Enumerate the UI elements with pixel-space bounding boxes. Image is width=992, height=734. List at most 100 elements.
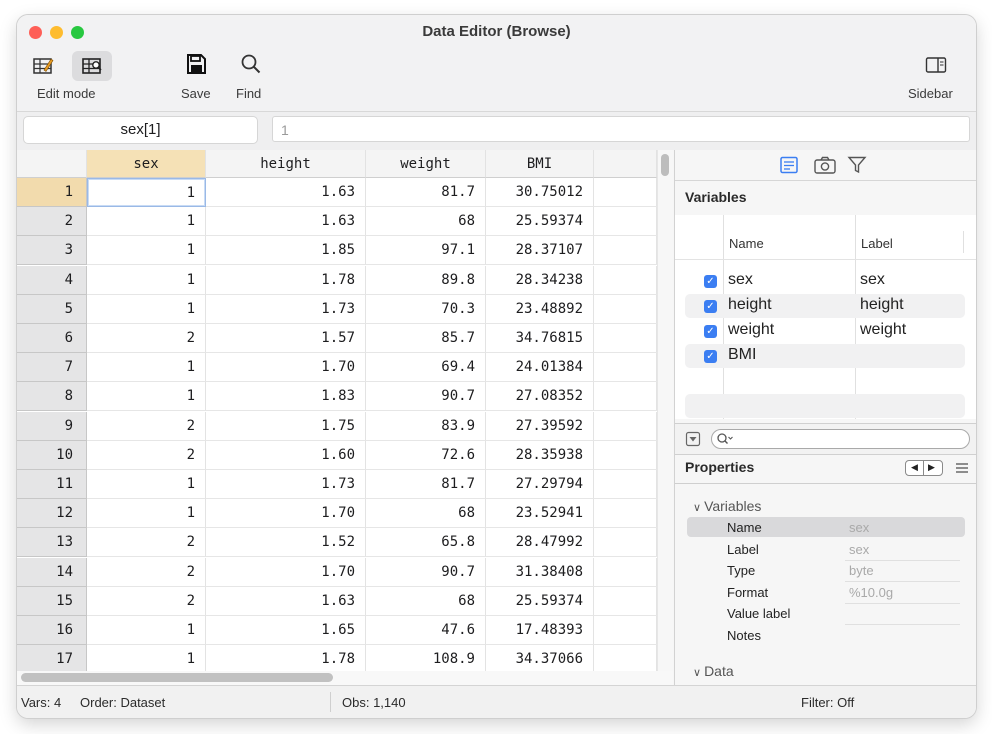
property-nav-buttons[interactable]: ◀ ▶	[905, 460, 943, 476]
data-cell-empty[interactable]	[594, 557, 657, 587]
data-cell-height[interactable]: 1.78	[206, 645, 366, 675]
data-grid[interactable]: sex height weight BMI 1 1 1.63 81.7 30.75012 2 1 1.…	[17, 150, 673, 685]
data-cell-bmi[interactable]: 27.08352	[486, 382, 594, 412]
data-cell-height[interactable]: 1.52	[206, 528, 366, 558]
properties-tab-icon[interactable]	[779, 156, 799, 174]
menu-lines-icon[interactable]	[955, 462, 969, 474]
variable-row[interactable]: ✓ weight weight	[685, 319, 965, 343]
sidebar-button[interactable]: Sidebar	[907, 53, 965, 105]
data-cell-bmi[interactable]: 31.38408	[486, 557, 594, 587]
data-cell-weight[interactable]: 68	[366, 207, 486, 237]
data-cell-weight[interactable]: 90.7	[366, 382, 486, 412]
data-cell-height[interactable]: 1.60	[206, 440, 366, 470]
edit-mode-segmented-control[interactable]	[26, 51, 122, 81]
data-cell-weight[interactable]: 68	[366, 586, 486, 616]
data-cell-weight[interactable]: 85.7	[366, 324, 486, 353]
data-cell-empty[interactable]	[594, 382, 657, 412]
row-header[interactable]: 7	[17, 353, 87, 383]
row-header[interactable]: 14	[17, 557, 87, 587]
data-cell-height[interactable]: 1.65	[206, 616, 366, 645]
variable-row[interactable]: ✓ height height	[685, 294, 965, 318]
data-cell-bmi[interactable]: 27.29794	[486, 470, 594, 499]
data-cell-empty[interactable]	[594, 178, 657, 207]
data-cell-empty[interactable]	[594, 411, 657, 441]
data-cell-height[interactable]: 1.75	[206, 411, 366, 441]
row-header[interactable]: 5	[17, 294, 87, 324]
row-header[interactable]: 12	[17, 499, 87, 529]
property-value[interactable]: byte	[849, 563, 874, 578]
variable-checkbox[interactable]: ✓	[704, 325, 717, 338]
column-header-height[interactable]: height	[206, 150, 366, 178]
data-cell-weight[interactable]: 89.8	[366, 265, 486, 295]
data-cell-empty[interactable]	[594, 440, 657, 470]
variable-row[interactable]: ✓ BMI	[685, 344, 965, 368]
data-cell-sex[interactable]: 1	[87, 353, 206, 383]
data-cell-empty[interactable]	[594, 294, 657, 324]
data-cell-bmi[interactable]: 28.47992	[486, 528, 594, 558]
data-cell-empty[interactable]	[594, 324, 657, 353]
data-cell-bmi[interactable]: 28.34238	[486, 265, 594, 295]
data-cell-sex[interactable]: 1	[87, 499, 206, 529]
data-cell-weight[interactable]: 81.7	[366, 470, 486, 499]
variable-checkbox[interactable]: ✓	[704, 300, 717, 313]
row-header[interactable]: 11	[17, 470, 87, 499]
data-cell-height[interactable]: 1.85	[206, 236, 366, 266]
data-cell-empty[interactable]	[594, 265, 657, 295]
property-value[interactable]: %10.0g	[849, 585, 893, 600]
cell-value-field[interactable]: 1	[272, 116, 970, 142]
edit-mode-button[interactable]	[26, 51, 60, 81]
column-header-weight[interactable]: weight	[366, 150, 486, 178]
vertical-scrollbar[interactable]	[657, 150, 673, 685]
next-arrow-icon[interactable]: ▶	[928, 462, 935, 473]
data-cell-empty[interactable]	[594, 586, 657, 616]
row-header[interactable]: 3	[17, 236, 87, 266]
data-cell-empty[interactable]	[594, 499, 657, 529]
row-header[interactable]: 10	[17, 440, 87, 470]
row-header[interactable]: 9	[17, 411, 87, 441]
variables-col-name[interactable]: Name	[729, 236, 764, 251]
data-cell-sex[interactable]: 1	[87, 178, 206, 207]
variables-subsection[interactable]: ∨ Variables	[693, 498, 761, 514]
data-cell-bmi[interactable]: 17.48393	[486, 616, 594, 645]
data-cell-bmi[interactable]: 23.48892	[486, 294, 594, 324]
data-cell-height[interactable]: 1.83	[206, 382, 366, 412]
data-cell-height[interactable]: 1.63	[206, 178, 366, 207]
data-cell-sex[interactable]: 2	[87, 557, 206, 587]
data-cell-bmi[interactable]: 34.76815	[486, 324, 594, 353]
data-subsection[interactable]: ∨ Data	[693, 663, 734, 679]
browse-mode-button[interactable]	[72, 51, 112, 81]
row-header[interactable]: 8	[17, 382, 87, 412]
property-value[interactable]: sex	[849, 542, 869, 557]
data-cell-weight[interactable]: 83.9	[366, 411, 486, 441]
row-header[interactable]: 2	[17, 207, 87, 237]
data-cell-bmi[interactable]: 23.52941	[486, 499, 594, 529]
data-cell-bmi[interactable]: 25.59374	[486, 207, 594, 237]
data-cell-bmi[interactable]: 27.39592	[486, 411, 594, 441]
row-header[interactable]: 15	[17, 586, 87, 616]
row-header[interactable]: 1	[17, 178, 87, 207]
variables-search-input[interactable]	[711, 429, 970, 449]
data-cell-bmi[interactable]: 25.59374	[486, 586, 594, 616]
column-header-empty[interactable]	[594, 150, 657, 178]
row-header[interactable]: 6	[17, 324, 87, 353]
data-cell-empty[interactable]	[594, 353, 657, 383]
save-button[interactable]: Save	[181, 53, 211, 105]
data-cell-sex[interactable]: 1	[87, 470, 206, 499]
data-cell-weight[interactable]: 68	[366, 499, 486, 529]
row-header[interactable]: 17	[17, 645, 87, 675]
snapshot-camera-icon[interactable]	[813, 156, 837, 174]
data-cell-weight[interactable]: 81.7	[366, 178, 486, 207]
data-cell-weight[interactable]: 72.6	[366, 440, 486, 470]
data-cell-sex[interactable]: 1	[87, 207, 206, 237]
data-cell-empty[interactable]	[594, 470, 657, 499]
data-cell-sex[interactable]: 2	[87, 411, 206, 441]
data-cell-weight[interactable]: 90.7	[366, 557, 486, 587]
data-cell-empty[interactable]	[594, 236, 657, 266]
filter-icon[interactable]	[847, 156, 867, 174]
filter-dropdown-icon[interactable]	[685, 431, 701, 447]
row-header[interactable]: 13	[17, 528, 87, 558]
data-cell-empty[interactable]	[594, 645, 657, 675]
data-cell-weight[interactable]: 97.1	[366, 236, 486, 266]
data-cell-sex[interactable]: 1	[87, 236, 206, 266]
data-cell-weight[interactable]: 47.6	[366, 616, 486, 645]
